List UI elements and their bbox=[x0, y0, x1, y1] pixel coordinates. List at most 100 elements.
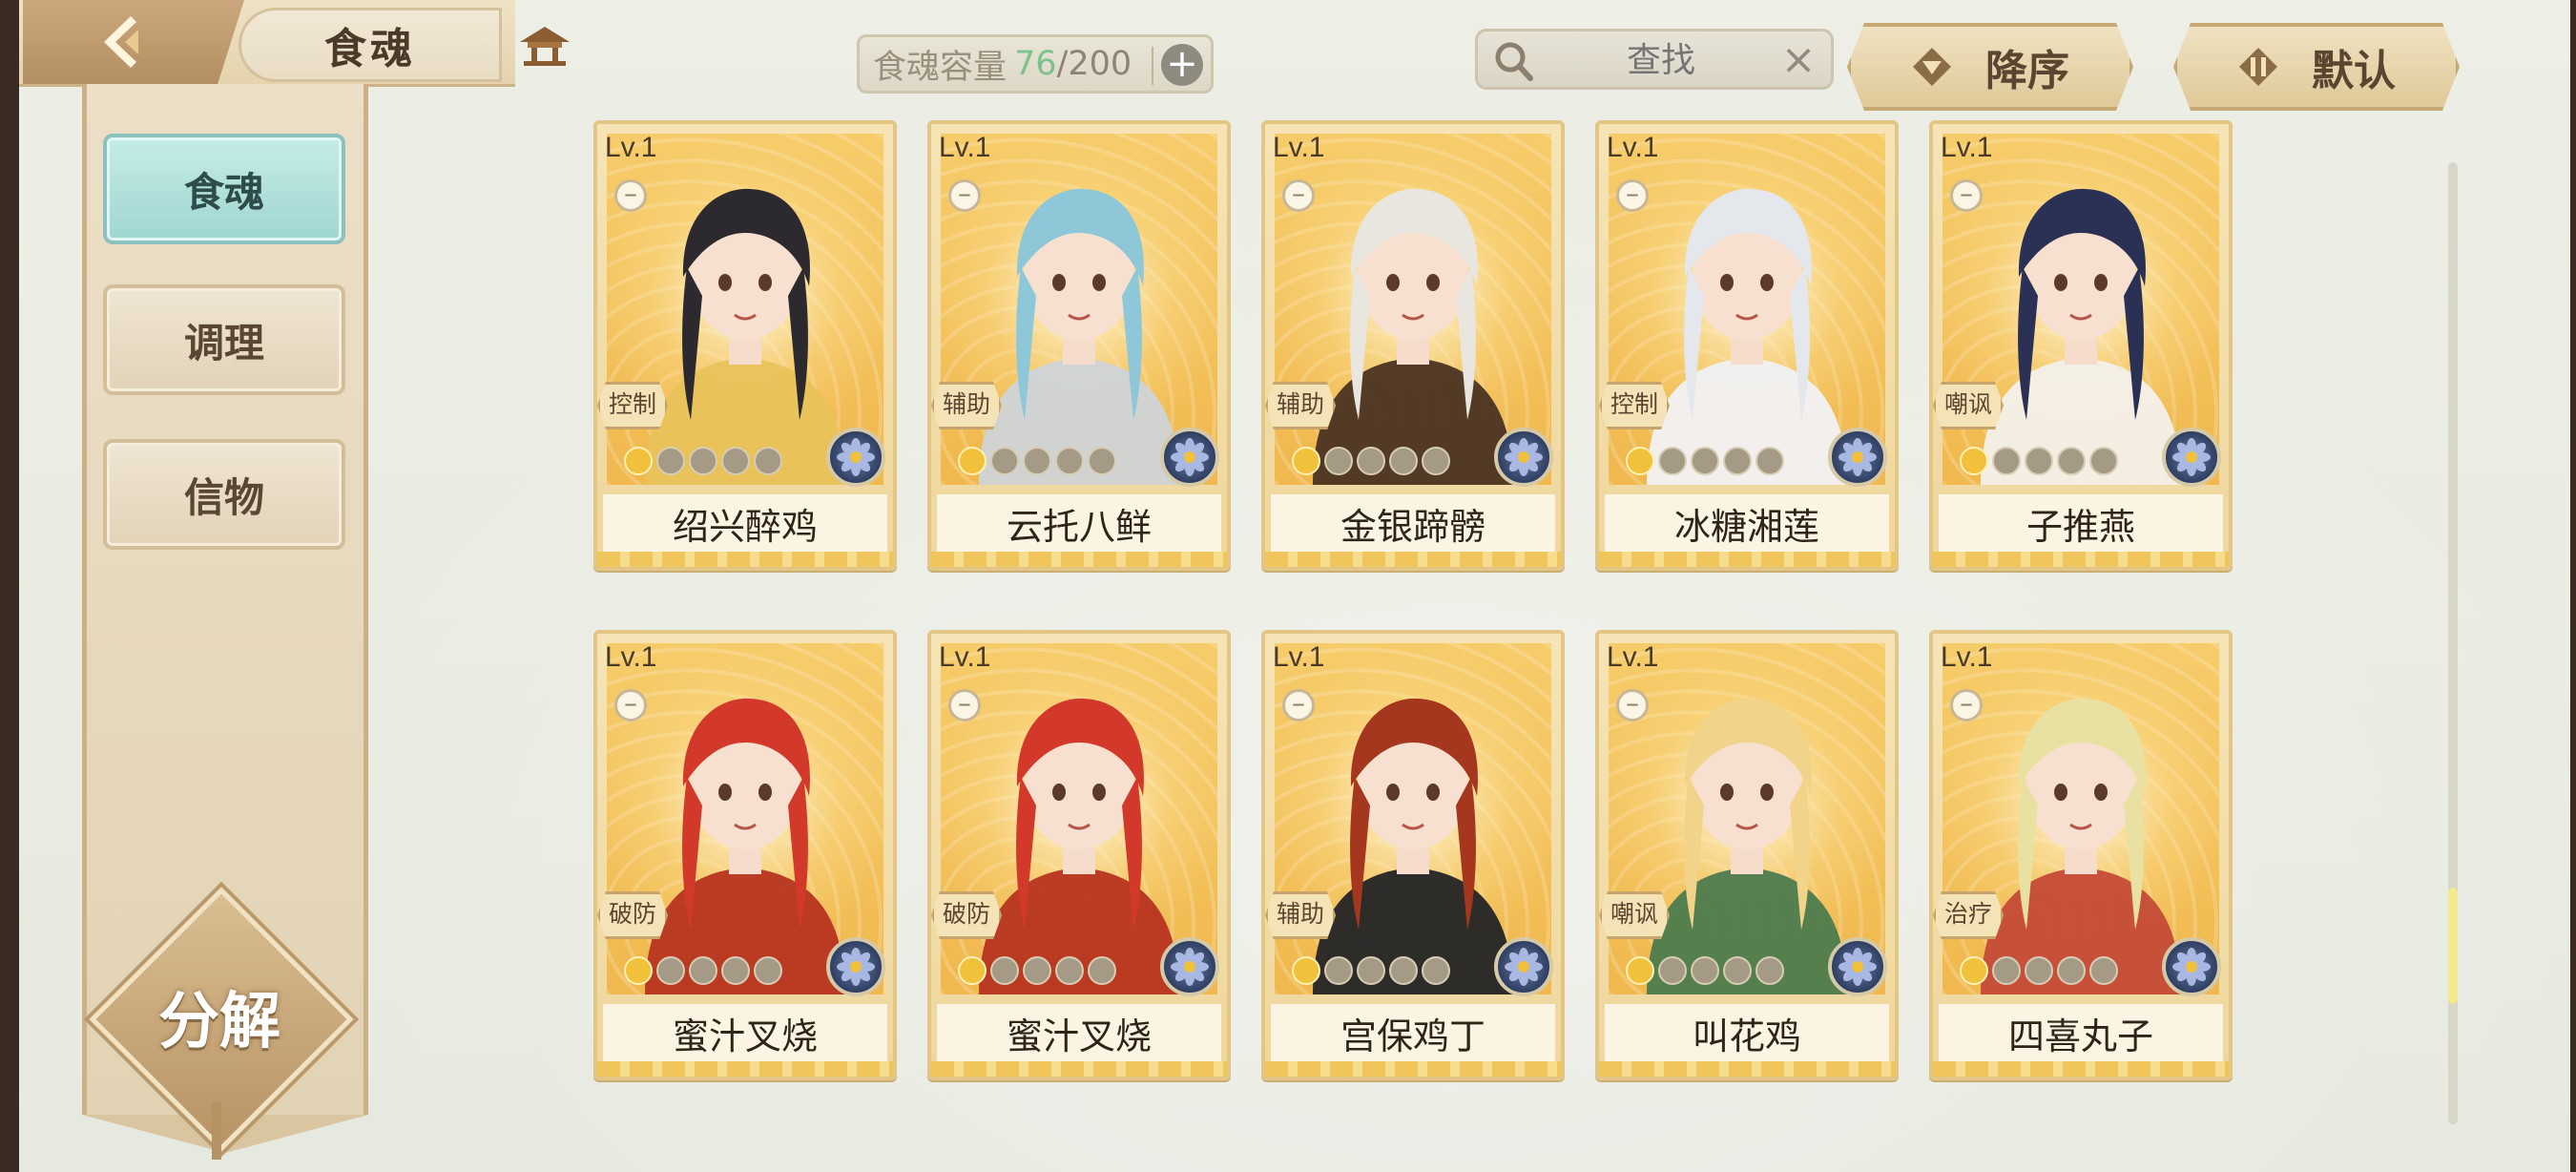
food-soul-card[interactable]: Lv.1 – 辅助 宫保鸡丁 bbox=[1261, 630, 1565, 1080]
card-trim bbox=[597, 1061, 893, 1077]
food-soul-card[interactable]: Lv.1 – 控制 冰糖湘莲 bbox=[1595, 120, 1899, 571]
star-icon bbox=[721, 956, 750, 985]
star-icon bbox=[1723, 447, 1752, 475]
lock-icon[interactable]: – bbox=[1616, 689, 1649, 722]
star-rating bbox=[624, 447, 782, 475]
star-icon bbox=[1422, 447, 1450, 475]
role-badge: 控制 bbox=[1599, 382, 1670, 429]
card-trim bbox=[1933, 552, 2229, 567]
pavilion-icon[interactable] bbox=[508, 11, 582, 78]
search-box: × bbox=[1475, 29, 1834, 90]
back-button[interactable] bbox=[23, 0, 244, 84]
character-name: 蜜汁叉烧 bbox=[937, 1004, 1221, 1061]
divider bbox=[1152, 47, 1153, 85]
lock-icon[interactable]: – bbox=[1282, 179, 1315, 212]
capacity-counter: 食魂容量 76 /200 + bbox=[857, 34, 1214, 94]
flower-element-icon bbox=[1494, 937, 1553, 996]
star-icon bbox=[624, 956, 653, 985]
flower-element-icon bbox=[1494, 428, 1553, 487]
star-rating bbox=[958, 447, 1116, 475]
window-frame bbox=[0, 0, 19, 1172]
sort-order-button[interactable]: 降序 bbox=[1847, 23, 2133, 111]
tab-conditioning[interactable]: 调理 bbox=[103, 284, 345, 395]
flower-element-icon bbox=[2162, 428, 2221, 487]
sort-order-icon bbox=[1913, 48, 1951, 86]
sort-mode-button[interactable]: 默认 bbox=[2173, 23, 2460, 111]
lock-icon[interactable]: – bbox=[948, 689, 981, 722]
lock-icon[interactable]: – bbox=[948, 179, 981, 212]
food-soul-card[interactable]: Lv.1 – 辅助 云托八鲜 bbox=[927, 120, 1231, 571]
star-icon bbox=[1658, 956, 1687, 985]
star-icon bbox=[1324, 956, 1353, 985]
card-trim bbox=[931, 552, 1227, 567]
star-icon bbox=[1088, 447, 1116, 475]
star-rating bbox=[1626, 447, 1784, 475]
flower-element-icon bbox=[826, 428, 885, 487]
scrollbar-thumb[interactable] bbox=[2448, 888, 2458, 1004]
star-icon bbox=[1357, 447, 1385, 475]
role-badge: 治疗 bbox=[1933, 891, 2004, 939]
star-icon bbox=[1055, 447, 1084, 475]
lock-icon[interactable]: – bbox=[1950, 179, 1983, 212]
lock-icon[interactable]: – bbox=[614, 179, 647, 212]
lock-icon[interactable]: – bbox=[614, 689, 647, 722]
star-icon bbox=[1723, 956, 1752, 985]
food-soul-card[interactable]: Lv.1 – 控制 绍兴醉鸡 bbox=[593, 120, 897, 571]
flower-element-icon bbox=[2162, 937, 2221, 996]
food-soul-card[interactable]: Lv.1 – 辅助 金银蹄髈 bbox=[1261, 120, 1565, 571]
card-trim bbox=[597, 552, 893, 567]
star-icon bbox=[656, 956, 685, 985]
star-icon bbox=[1422, 956, 1450, 985]
star-icon bbox=[990, 447, 1019, 475]
search-input[interactable] bbox=[1545, 37, 1777, 83]
level-label: Lv.1 bbox=[605, 641, 657, 673]
character-name: 绍兴醉鸡 bbox=[603, 494, 887, 552]
decompose-label[interactable]: 分解 bbox=[114, 973, 324, 1059]
card-trim bbox=[1265, 552, 1561, 567]
food-soul-card[interactable]: Lv.1 – 嘲讽 子推燕 bbox=[1929, 120, 2233, 571]
lock-icon[interactable]: – bbox=[1616, 179, 1649, 212]
capacity-label: 食魂容量 bbox=[873, 48, 1008, 87]
star-icon bbox=[990, 956, 1019, 985]
star-icon bbox=[1324, 447, 1353, 475]
close-icon[interactable]: × bbox=[1777, 39, 1819, 81]
plus-icon[interactable]: + bbox=[1161, 44, 1203, 86]
role-badge: 控制 bbox=[597, 382, 668, 429]
lock-icon[interactable]: – bbox=[1950, 689, 1983, 722]
star-icon bbox=[958, 956, 987, 985]
food-soul-card[interactable]: Lv.1 – 治疗 四喜丸子 bbox=[1929, 630, 2233, 1080]
card-trim bbox=[1599, 1061, 1895, 1077]
window-frame-right bbox=[2570, 0, 2576, 1172]
star-icon bbox=[1088, 956, 1116, 985]
character-name: 四喜丸子 bbox=[1939, 1004, 2223, 1061]
level-label: Lv.1 bbox=[1941, 641, 1993, 673]
star-icon bbox=[2025, 956, 2053, 985]
tab-tokens[interactable]: 信物 bbox=[103, 439, 345, 550]
star-icon bbox=[1055, 956, 1084, 985]
tab-food-soul[interactable]: 食魂 bbox=[103, 134, 345, 244]
sort-order-label: 降序 bbox=[1985, 47, 2069, 95]
level-label: Lv.1 bbox=[1273, 132, 1325, 163]
level-label: Lv.1 bbox=[1273, 641, 1325, 673]
food-soul-card[interactable]: Lv.1 – 破防 蜜汁叉烧 bbox=[927, 630, 1231, 1080]
card-trim bbox=[931, 1061, 1227, 1077]
role-badge: 辅助 bbox=[1265, 382, 1336, 429]
star-icon bbox=[2089, 956, 2118, 985]
level-label: Lv.1 bbox=[1607, 641, 1659, 673]
star-icon bbox=[689, 956, 717, 985]
role-badge: 破防 bbox=[931, 891, 1002, 939]
flower-element-icon bbox=[1160, 937, 1219, 996]
star-icon bbox=[1626, 447, 1654, 475]
food-soul-card[interactable]: Lv.1 – 破防 蜜汁叉烧 bbox=[593, 630, 897, 1080]
star-icon bbox=[1292, 956, 1320, 985]
food-soul-card[interactable]: Lv.1 – 嘲讽 叫花鸡 bbox=[1595, 630, 1899, 1080]
star-icon bbox=[689, 447, 717, 475]
star-icon bbox=[1023, 956, 1051, 985]
star-icon bbox=[1691, 447, 1719, 475]
star-icon bbox=[1023, 447, 1051, 475]
level-label: Lv.1 bbox=[939, 641, 991, 673]
lock-icon[interactable]: – bbox=[1282, 689, 1315, 722]
character-name: 宫保鸡丁 bbox=[1271, 1004, 1555, 1061]
star-icon bbox=[624, 447, 653, 475]
role-badge: 嘲讽 bbox=[1933, 382, 2004, 429]
